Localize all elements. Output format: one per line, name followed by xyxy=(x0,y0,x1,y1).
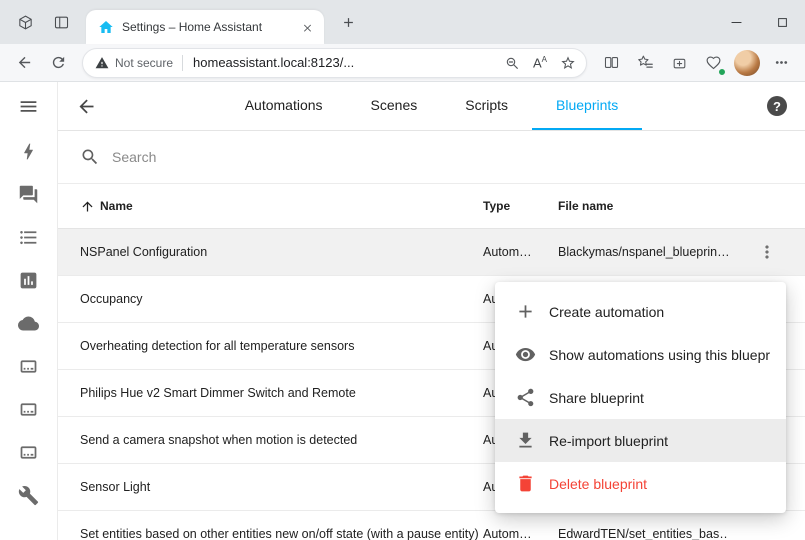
row-overflow-menu-icon[interactable] xyxy=(749,234,785,270)
column-header-name[interactable]: Name xyxy=(58,199,483,214)
zoom-out-icon[interactable] xyxy=(498,50,526,76)
help-icon[interactable]: ? xyxy=(749,82,805,130)
browser-essentials-icon[interactable] xyxy=(697,48,729,78)
tab-automations[interactable]: Automations xyxy=(221,82,347,130)
url-text[interactable]: homeassistant.local:8123/... xyxy=(193,55,498,70)
browser-tab[interactable]: Settings – Home Assistant xyxy=(86,10,324,44)
screen: Settings – Home Assistant xyxy=(0,0,805,540)
ha-tab-bar: Automations Scenes Scripts Blueprints xyxy=(114,82,749,130)
collections-icon[interactable] xyxy=(663,48,695,78)
menu-item-show-automations[interactable]: Show automations using this blueprint xyxy=(495,333,786,376)
menu-item-delete-blueprint[interactable]: Delete blueprint xyxy=(495,462,786,505)
sidebar-server-icon-1[interactable] xyxy=(0,345,58,388)
share-icon xyxy=(514,387,536,409)
sidebar-history-icon[interactable] xyxy=(0,259,58,302)
sidebar-server-icon-3[interactable] xyxy=(0,431,58,474)
browser-refresh-icon[interactable] xyxy=(42,48,74,78)
search-placeholder: Search xyxy=(112,149,156,165)
search-icon xyxy=(80,147,100,167)
browser-tabstrip: Settings – Home Assistant xyxy=(0,0,805,44)
address-bar[interactable]: Not secure homeassistant.local:8123/... … xyxy=(82,48,587,78)
tab-scripts[interactable]: Scripts xyxy=(441,82,532,130)
ha-back-icon[interactable] xyxy=(58,82,114,130)
browser-toolbar: Not secure homeassistant.local:8123/... … xyxy=(0,44,805,82)
table-row[interactable]: NSPanel Configuration Autom… Blackymas/n… xyxy=(58,229,805,276)
tab-actions-icon[interactable] xyxy=(46,7,76,37)
security-label[interactable]: Not secure xyxy=(115,56,173,70)
tab-scenes[interactable]: Scenes xyxy=(347,82,442,130)
sidebar-assist-icon[interactable] xyxy=(0,173,58,216)
home-assistant-logo-icon xyxy=(98,19,114,35)
ha-sidebar xyxy=(0,82,58,540)
workspaces-icon[interactable] xyxy=(10,7,40,37)
menu-item-create-automation[interactable]: Create automation xyxy=(495,290,786,333)
sidebar-logbook-icon[interactable] xyxy=(0,216,58,259)
sort-ascending-icon xyxy=(80,199,95,214)
menu-item-reimport-blueprint[interactable]: Re-import blueprint xyxy=(495,419,786,462)
sidebar-cloud-icon[interactable] xyxy=(0,302,58,345)
sidebar-developer-tools-icon[interactable] xyxy=(0,474,58,517)
new-tab-button[interactable] xyxy=(334,8,362,36)
search-input[interactable]: Search xyxy=(58,131,805,184)
window-controls xyxy=(713,0,805,44)
favorites-hub-icon[interactable] xyxy=(629,48,661,78)
status-ok-dot xyxy=(718,68,726,76)
text-size-icon[interactable]: AA xyxy=(526,50,554,76)
tab-blueprints[interactable]: Blueprints xyxy=(532,82,642,130)
trash-icon xyxy=(514,473,536,495)
plus-icon xyxy=(514,301,536,323)
sidebar-energy-icon[interactable] xyxy=(0,130,58,173)
menu-item-share-blueprint[interactable]: Share blueprint xyxy=(495,376,786,419)
not-secure-warning-icon xyxy=(95,56,109,70)
split-screen-icon[interactable] xyxy=(595,48,627,78)
window-maximize-button[interactable] xyxy=(759,0,805,44)
ha-header: Automations Scenes Scripts Blueprints ? xyxy=(58,82,805,131)
download-icon xyxy=(514,430,536,452)
address-divider xyxy=(182,55,183,71)
eye-icon xyxy=(514,344,536,366)
browser-menu-icon[interactable] xyxy=(765,48,797,78)
sidebar-server-icon-2[interactable] xyxy=(0,388,58,431)
column-header-type[interactable]: Type xyxy=(483,199,558,213)
sidebar-menu-icon[interactable] xyxy=(0,82,58,130)
browser-back-icon[interactable] xyxy=(8,48,40,78)
blueprint-context-menu: Create automation Show automations using… xyxy=(495,282,786,513)
profile-avatar[interactable] xyxy=(734,50,760,76)
column-header-file[interactable]: File name xyxy=(558,199,728,213)
tab-title: Settings – Home Assistant xyxy=(122,20,290,34)
tab-close-icon[interactable] xyxy=(298,18,316,36)
table-row[interactable]: Set entities based on other entities new… xyxy=(58,511,805,540)
window-minimize-button[interactable] xyxy=(713,0,759,44)
table-header: Name Type File name xyxy=(58,184,805,229)
favorite-star-icon[interactable] xyxy=(554,50,582,76)
